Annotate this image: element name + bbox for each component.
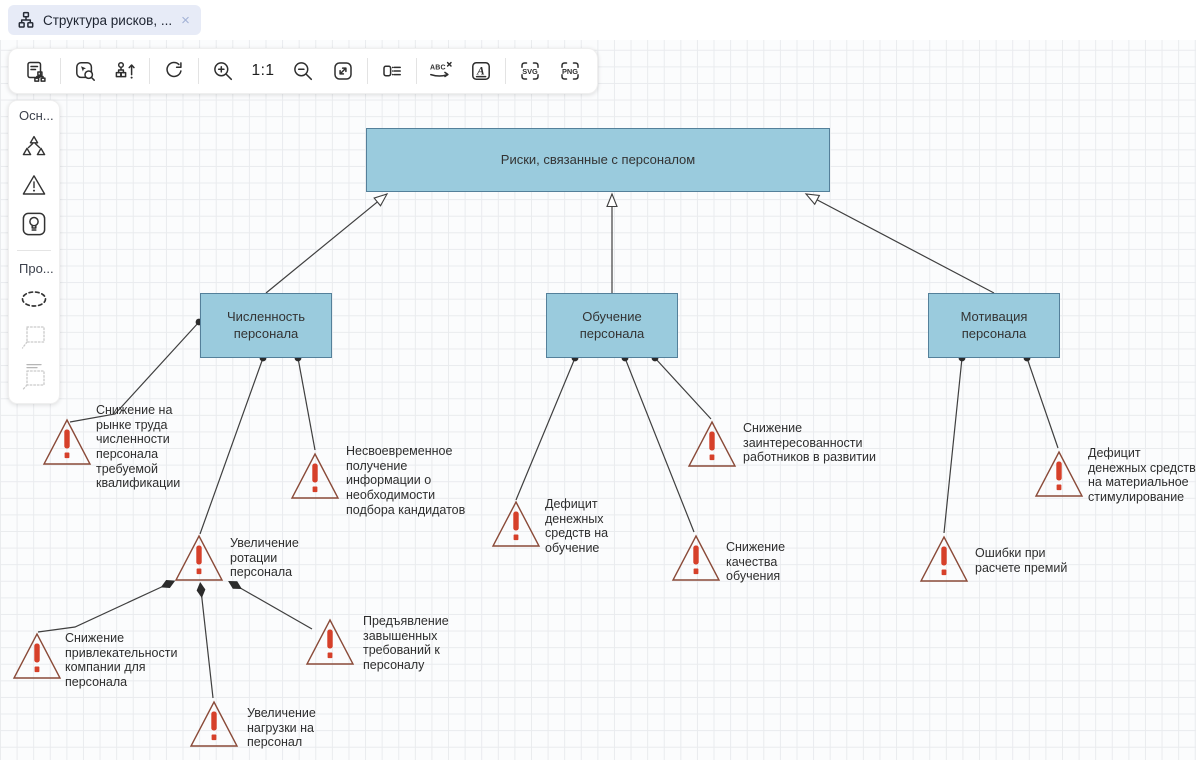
- triangle-hierarchy-icon[interactable]: [16, 130, 52, 162]
- toolbar-separator: [505, 58, 506, 84]
- palette-divider: [17, 250, 51, 251]
- risk-label[interactable]: Предъявление завышенных требований к пер…: [363, 614, 475, 673]
- palette-section-other: Про...: [9, 261, 54, 276]
- bulb-icon[interactable]: [16, 208, 52, 240]
- tab-structure-of-risks[interactable]: Структура рисков, ... ×: [8, 5, 201, 35]
- category-node[interactable]: Обучение персонала: [546, 293, 678, 358]
- png-badge-text: PNG: [562, 67, 578, 76]
- risk-triangle-icon[interactable]: [12, 631, 62, 681]
- risk-triangle-icon[interactable]: [1034, 449, 1084, 499]
- abc-icon-text: ABC: [430, 65, 446, 72]
- risk-triangle-icon[interactable]: [189, 699, 239, 749]
- risk-label[interactable]: Увеличение ротации персонала: [230, 536, 322, 580]
- risk-label[interactable]: Дефицит денежных средств на обучение: [545, 497, 641, 556]
- org-chart-icon: [17, 11, 35, 29]
- tab-title: Структура рисков, ...: [43, 13, 172, 28]
- zoom-in-icon[interactable]: [203, 53, 243, 89]
- warning-triangle-icon[interactable]: [16, 169, 52, 201]
- risk-triangle-icon[interactable]: [305, 617, 355, 667]
- export-png-icon[interactable]: PNG: [550, 53, 590, 89]
- export-svg-icon[interactable]: SVG: [510, 53, 550, 89]
- risk-label[interactable]: Дефицит денежных средств на материальное…: [1088, 446, 1196, 505]
- category-node[interactable]: Мотивация персонала: [928, 293, 1060, 358]
- risk-triangle-icon[interactable]: [919, 534, 969, 584]
- risk-triangle-icon[interactable]: [687, 419, 737, 469]
- risk-label[interactable]: Снижение качества обучения: [726, 540, 816, 584]
- toolbar-separator: [416, 58, 417, 84]
- hierarchy-up-icon[interactable]: [105, 53, 145, 89]
- shape-palette: Осн... Про...: [8, 100, 60, 404]
- font-icon-letter: A: [476, 66, 485, 78]
- category-node[interactable]: Численность персонала: [200, 293, 332, 358]
- risk-label[interactable]: Увеличение нагрузки на персонал: [247, 706, 347, 750]
- risk-label[interactable]: Снижение привлекательности компании для …: [65, 631, 193, 690]
- toolbar-separator: [149, 58, 150, 84]
- root-node[interactable]: Риски, связанные с персоналом: [366, 128, 830, 192]
- dashed-callout-icon: [16, 322, 52, 354]
- svg-badge-text: SVG: [522, 67, 538, 76]
- font-icon[interactable]: A: [461, 53, 501, 89]
- risk-triangle-icon[interactable]: [174, 533, 224, 583]
- tab-close-icon[interactable]: ×: [180, 13, 191, 28]
- palette-section-main: Осн...: [9, 108, 54, 123]
- risk-label[interactable]: Ошибки при расчете премий: [975, 546, 1087, 575]
- risk-label[interactable]: Снижение на рынке труда численности перс…: [96, 403, 208, 491]
- generalization-edges: [266, 194, 994, 293]
- dashed-callout-lines-icon: [16, 361, 52, 393]
- toolbar-separator: [198, 58, 199, 84]
- risk-triangle-icon[interactable]: [42, 417, 92, 467]
- structure-settings-icon[interactable]: [16, 53, 56, 89]
- main-toolbar: 1:1 ABC: [8, 48, 598, 94]
- select-zoom-icon[interactable]: [65, 53, 105, 89]
- risk-triangle-icon[interactable]: [491, 499, 541, 549]
- risk-triangle-icon[interactable]: [290, 451, 340, 501]
- dashed-ellipse-icon[interactable]: [16, 283, 52, 315]
- toolbar-separator: [367, 58, 368, 84]
- fit-screen-icon[interactable]: [323, 53, 363, 89]
- outline-icon[interactable]: [372, 53, 412, 89]
- tab-bar: Структура рисков, ... ×: [0, 0, 1196, 40]
- zoom-out-icon[interactable]: [283, 53, 323, 89]
- risk-triangle-icon[interactable]: [671, 533, 721, 583]
- risk-label[interactable]: Несвоевременное получение информации о н…: [346, 444, 478, 517]
- risk-label[interactable]: Снижение заинтересованности работников в…: [743, 421, 889, 465]
- toolbar-separator: [60, 58, 61, 84]
- abc-arrow-icon[interactable]: ABC: [421, 53, 461, 89]
- zoom-level: 1:1: [251, 62, 274, 80]
- refresh-icon[interactable]: [154, 53, 194, 89]
- zoom-reset-button[interactable]: 1:1: [243, 53, 283, 89]
